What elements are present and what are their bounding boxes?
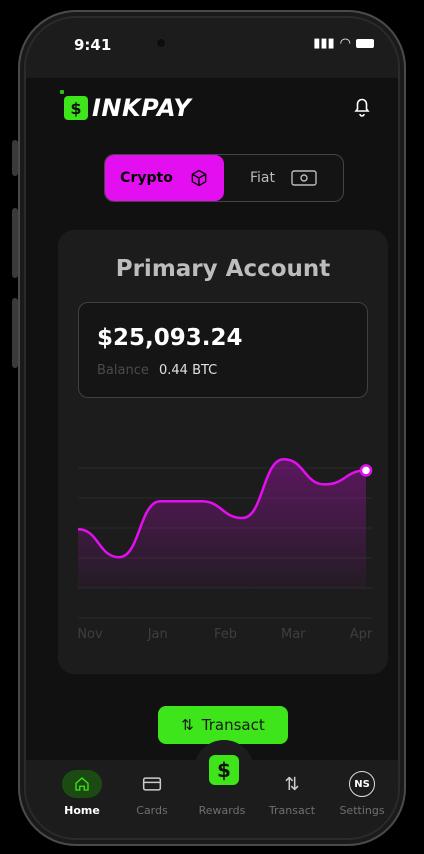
swap-arrows-icon: ⇅ [181,716,194,734]
chart-x-label: Apr [350,627,373,642]
battery-icon [356,39,374,48]
app-screen: 9:41 ▮▮▮ ◠ $ INKPAY Crypto Fiat Primary … [26,18,398,838]
nav-rewards-label: Rewards [198,804,246,817]
banknote-icon [291,170,317,186]
logo-wordmark: INKPAY [92,94,192,122]
dollar-badge-icon: $ [209,755,239,785]
btc-balance: 0.44 BTC [159,363,218,378]
fiat-toggle-button[interactable]: Fiat [224,155,343,201]
signal-icon: ▮▮▮ [313,36,335,51]
currency-toggle: Crypto Fiat [104,154,344,202]
nav-transact[interactable]: ⇅ Transact [260,770,324,818]
front-camera [154,36,168,50]
primary-account-card: Primary Account $25,093.24 Balance 0.44 … [58,230,388,674]
inkpay-logo: $ INKPAY [60,90,192,122]
balance-amount: $25,093.24 [97,325,243,351]
nav-transact-label: Transact [268,804,316,817]
app-header: $ INKPAY [26,78,398,138]
chart-x-label: Feb [214,627,237,642]
balance-box: $25,093.24 Balance 0.44 BTC [78,302,368,398]
volume-up-button [12,208,18,278]
chart-x-label: Nov [78,627,103,642]
nav-settings[interactable]: NS Settings [330,770,394,817]
logo-badge: $ [60,90,88,120]
fiat-label: Fiat [250,170,275,186]
chart-endpoint [359,464,373,477]
status-icons: ▮▮▮ ◠ [313,36,374,51]
home-icon [62,770,102,798]
cube-icon [191,169,207,187]
nav-home[interactable]: Home [50,770,114,817]
rewards-center-button[interactable]: $ [194,740,254,800]
chart-area-fill [78,459,366,588]
transfer-arrows-icon: ⇅ [284,773,300,795]
credit-card-icon [132,770,172,798]
mute-switch [12,140,18,176]
nav-cards-label: Cards [136,804,168,817]
settings-avatar-wrap: NS [342,770,382,798]
crypto-label: Crypto [120,170,173,186]
nav-home-label: Home [64,804,100,817]
crypto-toggle-button[interactable]: Crypto [105,155,224,201]
transact-button[interactable]: ⇅ Transact [158,706,288,744]
balance-label: Balance [97,363,149,378]
status-bar: 9:41 ▮▮▮ ◠ [26,18,398,78]
balance-chart: Nov Jan Feb Mar Apr [78,457,373,642]
transact-label: Transact [201,716,265,734]
wifi-icon: ◠ [339,36,351,51]
status-time: 9:41 [74,36,112,54]
chart-x-label: Jan [147,627,168,642]
nav-settings-label: Settings [339,804,385,817]
account-title: Primary Account [115,256,331,282]
nav-cards[interactable]: Cards [120,770,184,817]
bell-icon[interactable] [350,94,374,118]
volume-down-button [12,298,18,368]
profile-avatar: NS [349,771,375,797]
balance-subline: Balance 0.44 BTC [97,363,217,378]
chart-x-label: Mar [281,627,306,642]
